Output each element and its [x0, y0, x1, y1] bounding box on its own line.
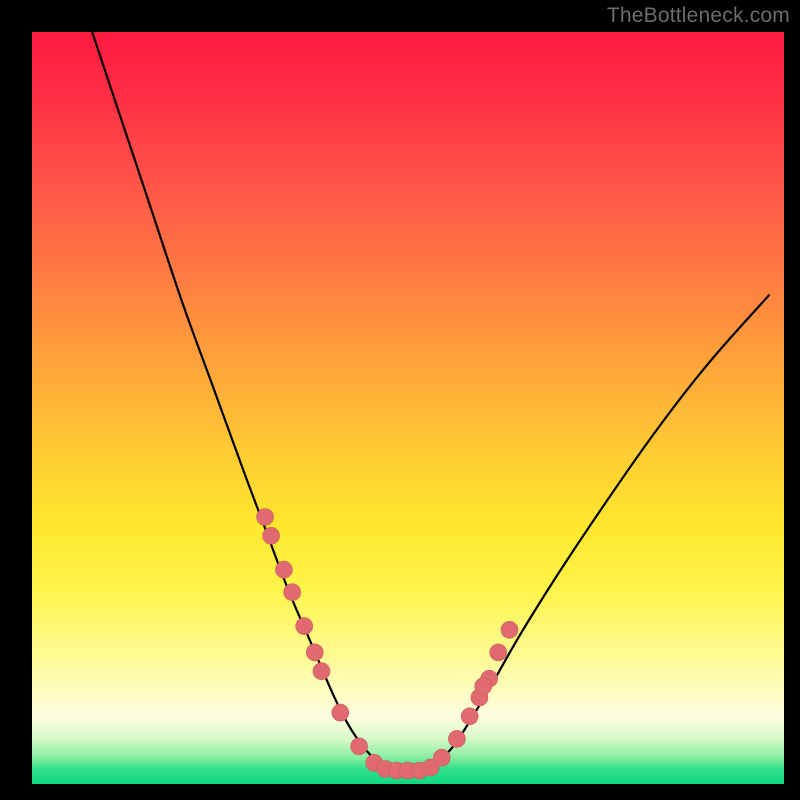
sample-dot [332, 704, 349, 721]
sample-dot [306, 644, 323, 661]
sample-dot [448, 730, 465, 747]
sample-dot [351, 738, 368, 755]
sample-dot [501, 621, 518, 638]
watermark-text: TheBottleneck.com [607, 4, 790, 28]
chart-stage: TheBottleneck.com [0, 0, 800, 800]
sample-dot [263, 527, 280, 544]
sample-dot [296, 618, 313, 635]
plot-area [32, 32, 784, 784]
sample-dot [313, 663, 330, 680]
sample-dot [284, 584, 301, 601]
sample-dot [257, 509, 274, 526]
sample-dot [461, 708, 478, 725]
sample-dot [475, 678, 492, 695]
bottleneck-curve-path [92, 32, 769, 770]
curve-layer [32, 32, 784, 784]
sample-dot [433, 749, 450, 766]
sample-dot [275, 561, 292, 578]
sample-dots [257, 509, 518, 780]
sample-dot [490, 644, 507, 661]
